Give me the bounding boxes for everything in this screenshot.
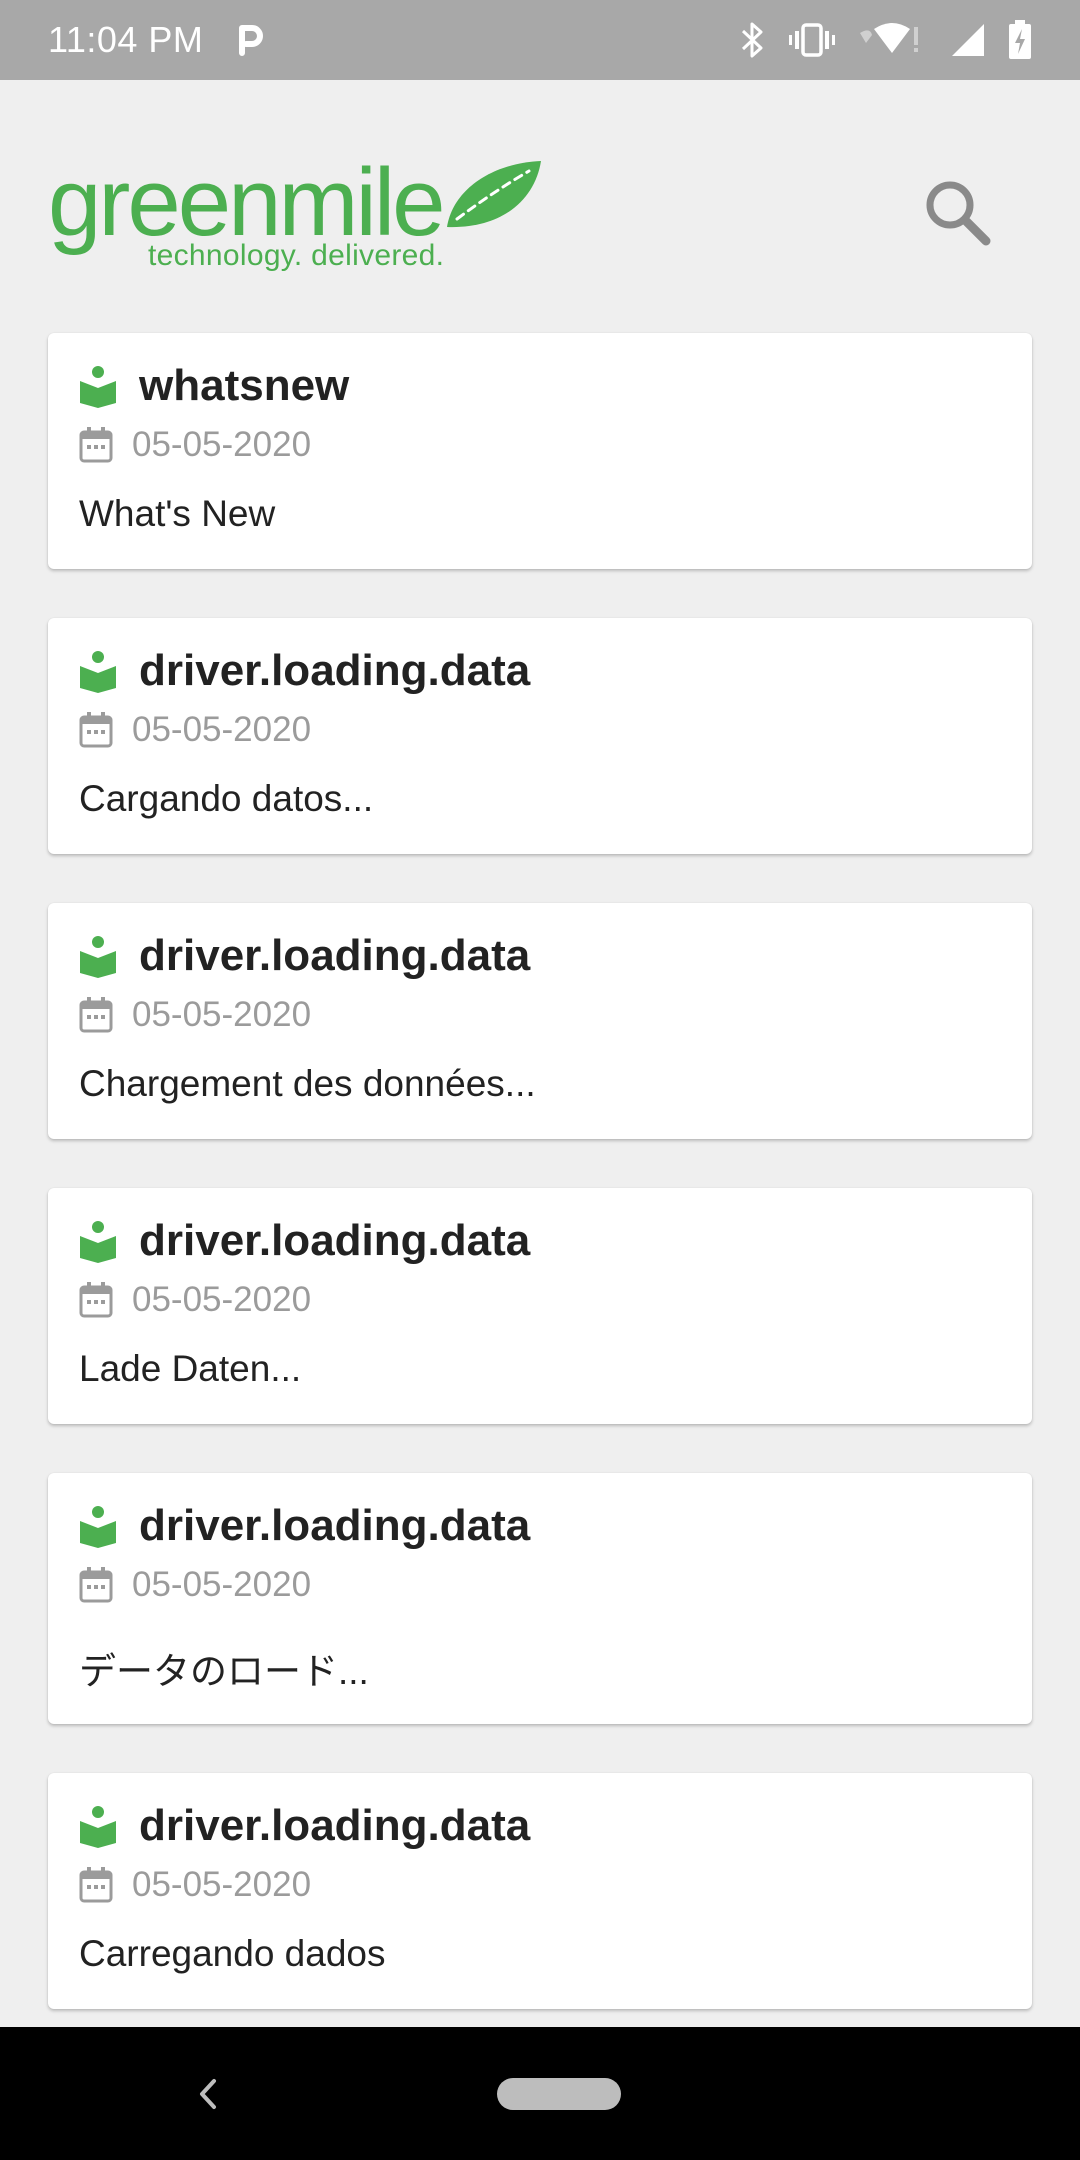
vibrate-icon — [788, 21, 836, 59]
bluetooth-icon — [740, 21, 766, 59]
book-icon — [79, 934, 117, 978]
item-key: driver.loading.data — [139, 1501, 531, 1550]
list-item[interactable]: whatsnew 05-05-2020 What's New — [48, 333, 1032, 569]
search-icon — [922, 177, 994, 254]
status-time: 11:04 PM — [48, 19, 204, 60]
leaf-icon — [443, 159, 543, 236]
logo-wordmark: greenmile — [48, 149, 446, 256]
item-date: 05-05-2020 — [132, 425, 312, 464]
item-text: What's New — [79, 493, 276, 534]
book-icon — [79, 649, 117, 693]
calendar-icon — [79, 1867, 113, 1903]
item-key: driver.loading.data — [139, 1216, 531, 1265]
book-icon — [79, 1504, 117, 1548]
calendar-icon — [79, 712, 113, 748]
book-icon — [79, 364, 117, 408]
item-date: 05-05-2020 — [132, 710, 312, 749]
item-date: 05-05-2020 — [132, 1865, 312, 1904]
calendar-icon — [79, 1282, 113, 1318]
translation-list: whatsnew 05-05-2020 What's New driver.lo… — [48, 333, 1032, 2058]
item-text: Carregando dados — [79, 1933, 386, 1974]
search-button[interactable] — [918, 175, 998, 255]
item-date: 05-05-2020 — [132, 1565, 312, 1604]
item-text: データのロード... — [79, 1651, 369, 1692]
book-icon — [79, 1219, 117, 1263]
list-item[interactable]: driver.loading.data 05-05-2020 Lade Date… — [48, 1188, 1032, 1424]
calendar-icon — [79, 427, 113, 463]
parking-icon — [233, 23, 267, 57]
item-key: driver.loading.data — [139, 1801, 531, 1850]
wifi-icon — [858, 21, 928, 59]
list-item[interactable]: driver.loading.data 05-05-2020 Chargemen… — [48, 903, 1032, 1139]
battery-charging-icon — [1008, 20, 1032, 60]
item-date: 05-05-2020 — [132, 995, 312, 1034]
app-header: greenmile technology. delivered. — [0, 80, 1080, 330]
logo-tagline: technology. delivered. — [148, 239, 445, 272]
item-key: driver.loading.data — [139, 646, 531, 695]
calendar-icon — [79, 1567, 113, 1603]
list-item[interactable]: driver.loading.data 05-05-2020 Cargando … — [48, 618, 1032, 854]
book-icon — [79, 1804, 117, 1848]
system-nav-bar — [0, 2027, 1080, 2160]
item-key: whatsnew — [139, 361, 350, 410]
list-item[interactable]: driver.loading.data 05-05-2020 データのロード..… — [48, 1473, 1032, 1724]
list-item[interactable]: driver.loading.data 05-05-2020 Carregand… — [48, 1773, 1032, 2009]
item-text: Cargando datos... — [79, 778, 374, 819]
home-pill-icon[interactable] — [497, 2078, 621, 2110]
item-date: 05-05-2020 — [132, 1280, 312, 1319]
calendar-icon — [79, 997, 113, 1033]
item-text: Chargement des données... — [79, 1063, 536, 1104]
status-bar: 11:04 PM — [0, 0, 1080, 80]
item-text: Lade Daten... — [79, 1348, 302, 1389]
greenmile-logo: greenmile technology. delivered. — [48, 149, 548, 272]
back-icon[interactable] — [190, 2069, 226, 2119]
signal-icon — [950, 22, 986, 58]
item-key: driver.loading.data — [139, 931, 531, 980]
